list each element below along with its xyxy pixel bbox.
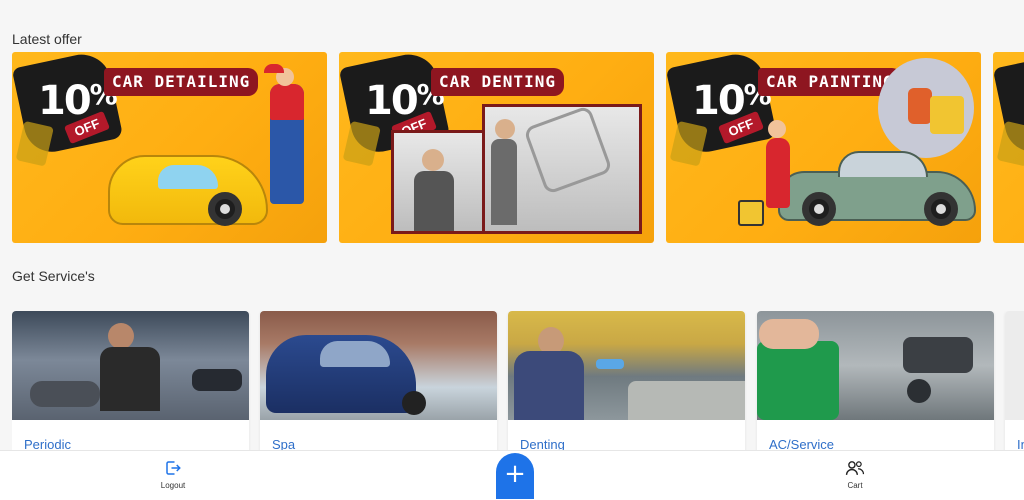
users-icon [845, 461, 865, 475]
logout-label: Logout [160, 481, 186, 490]
offer-title: CAR DENTING [431, 68, 564, 96]
wheel [802, 192, 836, 226]
cap [264, 64, 284, 73]
offers-carousel[interactable]: 10% OFF CAR DETAILING 10% OFF CAR DENTIN… [12, 52, 1024, 243]
washer-person [270, 84, 304, 204]
logout-icon [166, 461, 181, 475]
plus-icon: + [504, 459, 526, 489]
denting-photo-1 [391, 130, 485, 234]
service-card-next[interactable]: In [1005, 311, 1024, 451]
brush-stroke [993, 52, 1024, 157]
ac-service-image [757, 311, 994, 420]
cart-label: Cart [847, 481, 863, 490]
logout-button[interactable]: Logout [143, 459, 203, 490]
offer-title: CAR DETAILING [104, 68, 259, 96]
service-card-denting[interactable]: Denting [508, 311, 745, 451]
periodic-image [12, 311, 249, 420]
service-label: Denting [520, 437, 565, 451]
offer-card-next[interactable] [993, 52, 1024, 243]
service-label: AC/Service [769, 437, 835, 451]
next-service-image [1005, 311, 1024, 420]
service-label: Periodic [24, 437, 71, 451]
service-card-periodic[interactable]: Periodic [12, 311, 249, 451]
spa-image [260, 311, 497, 420]
services-carousel[interactable]: Periodic Spa Denting AC/Service In [12, 311, 1024, 451]
painter-person [766, 138, 790, 208]
denting-photo-2 [482, 104, 642, 234]
denting-image [508, 311, 745, 420]
service-card-spa[interactable]: Spa [260, 311, 497, 451]
cart-button[interactable]: Cart [825, 459, 885, 490]
offer-card-detailing[interactable]: 10% OFF CAR DETAILING [12, 52, 327, 243]
offer-card-denting[interactable]: 10% OFF CAR DENTING [339, 52, 654, 243]
add-button[interactable]: + [496, 453, 534, 499]
paint-machine [738, 200, 764, 226]
service-label: In [1017, 437, 1024, 451]
yellow-car-illustration [108, 155, 268, 225]
head [768, 120, 786, 138]
get-services-heading: Get Service's [12, 268, 95, 284]
offer-card-painting[interactable]: 10% OFF CAR PAINTING [666, 52, 981, 243]
service-card-ac-service[interactable]: AC/Service [757, 311, 994, 451]
service-label: Spa [272, 437, 296, 451]
wheel [208, 192, 242, 226]
painter-circle-illustration [878, 58, 974, 158]
latest-offer-heading: Latest offer [12, 31, 82, 47]
wheel [924, 192, 958, 226]
